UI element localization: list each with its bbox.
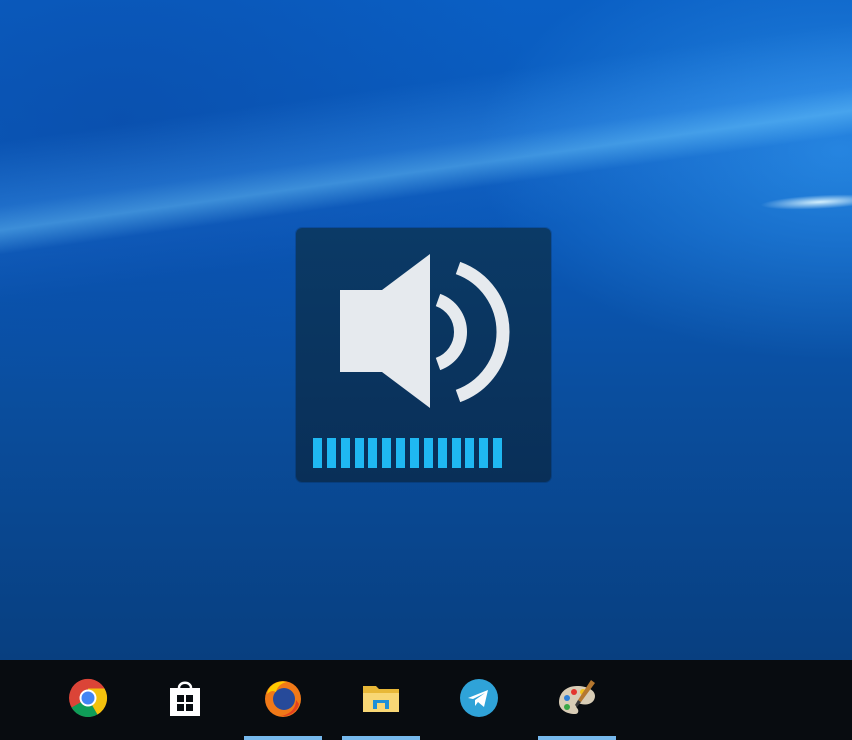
volume-level-segment <box>451 438 461 468</box>
running-indicator <box>342 736 420 740</box>
wallpaper-light-flare <box>759 191 852 213</box>
taskbar-item-firefox[interactable] <box>244 660 322 740</box>
volume-level-bar <box>313 438 507 468</box>
taskbar-item-edge[interactable] <box>0 660 20 740</box>
taskbar-item-file-explorer[interactable] <box>342 660 420 740</box>
telegram-icon <box>460 679 498 717</box>
volume-level-segment <box>423 438 433 468</box>
volume-level-segment <box>396 438 406 468</box>
running-indicator <box>244 736 322 740</box>
taskbar-item-store[interactable] <box>146 660 224 740</box>
volume-level-segment <box>465 438 475 468</box>
running-indicator <box>538 736 616 740</box>
speaker-icon <box>340 254 510 408</box>
volume-level-segment <box>354 438 364 468</box>
edge-icon <box>0 678 1 718</box>
store-icon <box>170 681 200 716</box>
volume-level-segment <box>410 438 419 468</box>
volume-level-segment <box>437 438 447 468</box>
volume-level-segment <box>340 438 350 468</box>
volume-level-segment <box>493 438 503 468</box>
volume-flyout <box>296 228 551 482</box>
palette-icon <box>559 680 595 714</box>
volume-level-segment <box>382 438 392 468</box>
volume-level-segment <box>368 438 378 468</box>
volume-level-segment <box>479 438 489 468</box>
desktop-wallpaper <box>0 0 852 660</box>
chrome-icon <box>69 678 108 718</box>
volume-level-segment <box>313 438 322 468</box>
volume-level-segment <box>326 438 336 468</box>
taskbar-item-paint[interactable] <box>538 660 616 740</box>
taskbar-item-chrome[interactable] <box>49 660 127 740</box>
folder-icon <box>363 686 399 712</box>
taskbar-item-telegram[interactable] <box>440 660 518 740</box>
taskbar <box>0 660 852 740</box>
firefox-icon <box>265 681 301 717</box>
